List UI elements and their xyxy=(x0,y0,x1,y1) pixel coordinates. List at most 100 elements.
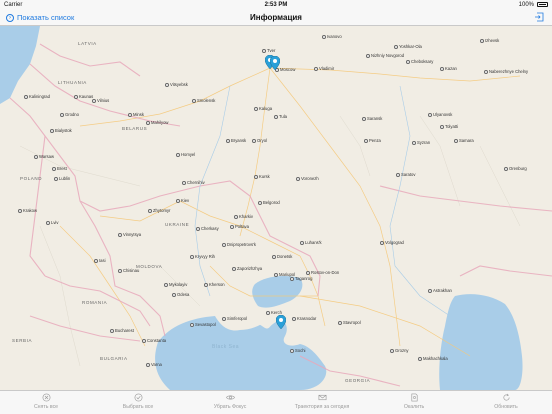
city-label: Astrakhan xyxy=(428,288,452,293)
tab-okalit[interactable]: Окалить xyxy=(375,391,453,414)
tab-label: Снять все xyxy=(33,404,59,410)
city-label: Izhevsk xyxy=(480,38,499,43)
status-bar: Carrier 2:53 PM 100% xyxy=(0,0,552,10)
city-label: Dnipropetrovs'k xyxy=(222,242,256,247)
city-label: Grozny xyxy=(390,348,409,353)
city-label: Brest xyxy=(52,166,67,171)
city-label: Vladimir xyxy=(314,66,334,71)
tab-today-trajectory[interactable]: Траектория за сегодня xyxy=(283,391,361,414)
tab-deselect-all[interactable]: Снять все xyxy=(7,391,85,414)
city-label: Naberezhnye Chelny xyxy=(484,69,528,74)
city-label: Homyel xyxy=(176,152,195,157)
city-label: Kazan xyxy=(440,66,457,71)
city-label: Syzran xyxy=(412,140,430,145)
city-label: Lviv xyxy=(46,220,58,225)
city-label: Sochi xyxy=(290,348,305,353)
city-label: Zhytomyr xyxy=(148,208,170,213)
city-label: Tver xyxy=(262,48,275,53)
city-label: Grodno xyxy=(60,112,79,117)
city-label: Smolensk xyxy=(192,98,215,103)
city-label: Ivanovo xyxy=(322,34,342,39)
country-label-poland: POLAND xyxy=(20,176,43,181)
city-label: Kaluga xyxy=(254,106,272,111)
country-label-georgia: GEORGIA xyxy=(345,378,371,383)
city-label: Kharkiv xyxy=(234,214,253,219)
city-label: Cherkasy xyxy=(196,226,219,231)
battery-icon xyxy=(537,2,548,7)
city-label: Penza xyxy=(364,138,381,143)
country-label-latvia: LATVIA xyxy=(78,41,97,46)
city-label: Poltava xyxy=(230,224,249,229)
map-view[interactable]: LATVIA LITHUANIA BELARUS POLAND UKRAINE … xyxy=(0,26,552,390)
export-icon[interactable] xyxy=(534,12,544,22)
city-label: Zaporizhzhya xyxy=(232,266,262,271)
city-label: Simferopol xyxy=(222,316,247,321)
tab-remove-focus[interactable]: Убрать Фокус xyxy=(191,391,269,414)
city-label: Cheboksary xyxy=(406,59,433,64)
tab-label: Обновить xyxy=(494,404,518,410)
city-label: Yoshkar-Ola xyxy=(394,44,422,49)
city-label: Oryol xyxy=(252,138,267,143)
city-label: Kursk xyxy=(254,174,270,179)
sea-label-black-sea: Black Sea xyxy=(212,344,240,350)
country-label-ukraine: UKRAINE xyxy=(165,222,190,227)
city-label: Bryansk xyxy=(226,138,246,143)
city-label: Kaliningrad xyxy=(24,94,50,99)
country-label-belarus: BELARUS xyxy=(122,126,148,131)
city-label: Orenburg xyxy=(504,166,527,171)
city-label: Voronezh xyxy=(296,176,319,181)
tab-label: Убрать Фокус xyxy=(213,404,247,410)
clock: 2:53 PM xyxy=(264,2,288,8)
city-label: Belgorod xyxy=(258,200,280,205)
city-label: Krasnodar xyxy=(292,316,316,321)
country-label-moldova: MOLDOVA xyxy=(136,264,163,269)
city-label: Bialystok xyxy=(50,128,72,133)
location-pin-icon[interactable] xyxy=(276,315,286,329)
city-label: Rostov-on-Don xyxy=(306,270,339,275)
page-title: Информация xyxy=(250,13,302,22)
city-label: Tula xyxy=(274,114,287,119)
city-label: Lublin xyxy=(54,176,70,181)
city-label: Varna xyxy=(146,362,162,367)
city-label: Volgograd xyxy=(380,240,404,245)
tab-refresh[interactable]: Обновить xyxy=(467,391,545,414)
country-label-romania: ROMANIA xyxy=(82,300,108,305)
city-label: Kaunas xyxy=(74,94,93,99)
city-label: Mykolayiv xyxy=(164,282,187,287)
city-label: Iasi xyxy=(94,258,106,263)
location-pin-icon[interactable] xyxy=(270,56,280,70)
city-label: Stavropol xyxy=(338,320,361,325)
city-label: Saratov xyxy=(396,172,415,177)
circle-check-icon xyxy=(134,393,142,402)
circle-x-icon xyxy=(42,393,50,402)
pin-document-icon xyxy=(410,393,418,402)
city-label: Vitsyebsk xyxy=(165,82,188,87)
city-label: Warsaw xyxy=(34,154,54,159)
city-label: Taganrog xyxy=(290,276,312,281)
city-label: Chisinau xyxy=(118,268,139,273)
city-label: Odesa xyxy=(172,292,189,297)
country-label-serbia: SERBIA xyxy=(12,338,33,343)
city-label: Luhans'k xyxy=(300,240,322,245)
city-label: Chernihiv xyxy=(182,180,205,185)
city-label: Minsk xyxy=(128,112,144,117)
city-label: Nizhniy Novgorod xyxy=(366,53,404,58)
city-label: Donetsk xyxy=(272,254,292,259)
city-label: Kiev xyxy=(176,198,189,203)
city-label: Kryvyy Rih xyxy=(190,254,215,259)
city-label: Kherson xyxy=(204,282,225,287)
city-label: Samara xyxy=(454,138,474,143)
city-label: Makhachkala xyxy=(418,356,448,361)
envelope-route-icon xyxy=(318,394,326,401)
tab-select-all[interactable]: Выбрать все xyxy=(99,391,177,414)
tab-label: Выбрать все xyxy=(122,404,154,410)
city-label: Krakow xyxy=(18,208,37,213)
navigation-bar: › Показать список Информация xyxy=(0,10,552,26)
city-label: Sevastopol xyxy=(190,322,216,327)
tab-label: Окалить xyxy=(403,404,425,410)
refresh-icon xyxy=(503,393,510,401)
city-label: Mahilyow xyxy=(146,120,168,125)
city-label: Saransk xyxy=(362,116,382,121)
country-label-lithuania: LITHUANIA xyxy=(58,80,87,85)
tab-bar: Снять все Выбрать все Убрать Фокус Траек… xyxy=(0,390,552,414)
